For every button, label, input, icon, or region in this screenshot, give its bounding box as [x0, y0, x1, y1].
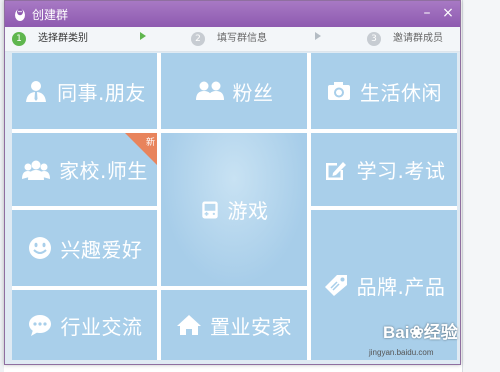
background-right-panel: [462, 0, 500, 372]
titlebar: 创建群 – ×: [5, 1, 460, 27]
category-label: 兴趣爱好: [60, 237, 143, 262]
step-arrow-icon: [140, 32, 146, 40]
step-label: 填写群信息: [217, 33, 267, 44]
step-label: 选择群类别: [38, 33, 88, 44]
category-tile-study[interactable]: 学习.考试: [311, 133, 457, 206]
camera-icon: [328, 82, 350, 100]
group-icon: [22, 160, 51, 180]
category-tile-fans[interactable]: 粉丝: [161, 53, 307, 129]
step-3: 3 邀请群成员: [367, 31, 443, 47]
watermark-url: jingyan.baidu.com: [369, 348, 434, 357]
step-number: 1: [12, 32, 26, 46]
edit-icon: [325, 161, 346, 180]
step-arrow-icon: [315, 32, 321, 40]
category-tile-games[interactable]: 游戏: [161, 133, 307, 286]
watermark-logo: Bai❀经验: [383, 323, 458, 342]
category-label: 行业交流: [60, 314, 143, 339]
tag-icon: [324, 275, 347, 296]
category-tile-colleagues[interactable]: 同事.朋友: [12, 53, 157, 129]
penguin-icon: [15, 8, 25, 21]
category-tile-hobbies[interactable]: 兴趣爱好: [12, 210, 157, 286]
person-icon: [26, 81, 47, 102]
people-icon: [195, 81, 224, 100]
step-number: 2: [191, 32, 205, 46]
category-grid: 同事.朋友 粉丝 生活休闲 家校.师生 新 游戏 学习.考试 兴趣爱好 品牌.产…: [12, 53, 457, 360]
gamepad-icon: [201, 201, 218, 218]
step-number: 3: [367, 32, 381, 46]
smiley-icon: [28, 237, 51, 259]
step-1: 1 选择群类别: [12, 31, 88, 47]
category-label: 置业安家: [210, 314, 292, 339]
category-label: 粉丝: [232, 80, 274, 105]
category-label: 生活休闲: [360, 80, 442, 105]
close-button[interactable]: ×: [439, 4, 457, 22]
new-badge-label: 新: [145, 138, 155, 148]
category-tile-life[interactable]: 生活休闲: [311, 53, 457, 129]
step-2: 2 填写群信息: [191, 31, 267, 47]
category-tile-school[interactable]: 家校.师生 新: [12, 133, 157, 206]
category-tile-realestate[interactable]: 置业安家: [161, 290, 307, 360]
category-label: 品牌.产品: [356, 274, 446, 299]
minimize-button[interactable]: –: [418, 4, 436, 22]
step-indicator: 1 选择群类别 2 填写群信息 3 邀请群成员: [5, 27, 460, 52]
category-tile-industry[interactable]: 行业交流: [12, 290, 157, 360]
window-title: 创建群: [32, 8, 69, 22]
category-label: 同事.朋友: [57, 80, 146, 105]
category-label: 学习.考试: [356, 159, 446, 183]
watermark: Bai❀经验 jingyan.baidu.com: [369, 318, 463, 368]
house-icon: [177, 315, 201, 335]
create-group-dialog: 创建群 – × 1 选择群类别 2 填写群信息 3 邀请群成员 同事.朋友 粉丝…: [4, 0, 461, 365]
category-label: 游戏: [227, 199, 269, 223]
step-label: 邀请群成员: [393, 33, 443, 44]
chat-icon: [28, 315, 51, 336]
